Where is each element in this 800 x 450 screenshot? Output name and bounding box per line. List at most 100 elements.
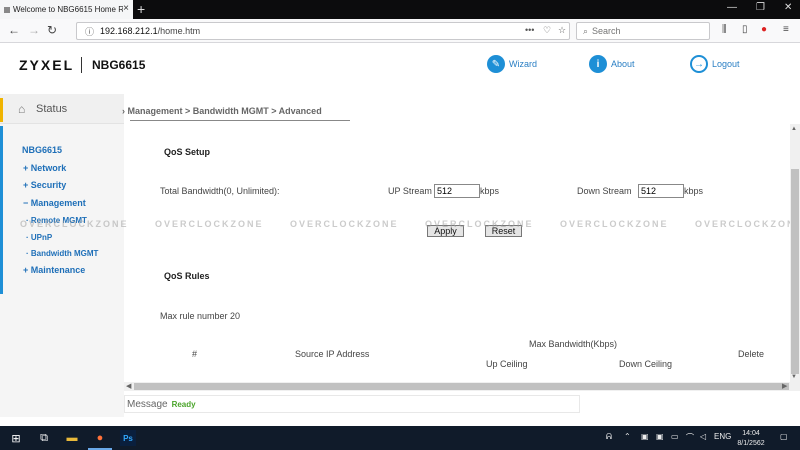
browser-tab[interactable]: Welcome to NBG6615 Home Ro × — [0, 0, 133, 19]
browser-nav-bar: ← → ↻ ⓘ 192.168.212.1/home.htm ••• ♡ ☆ ⌕… — [0, 19, 800, 43]
up-stream-input[interactable] — [434, 184, 480, 198]
logo-divider — [81, 57, 82, 73]
logout-link[interactable]: → Logout — [690, 55, 740, 73]
logout-icon: → — [690, 55, 708, 73]
firefox-icon[interactable]: ● — [92, 430, 108, 446]
wizard-link[interactable]: ✎ Wizard — [487, 55, 537, 73]
minimize-icon[interactable]: — — [727, 2, 737, 13]
sidebar-item-network[interactable]: + Network — [23, 163, 66, 173]
pocket-icon[interactable]: ♡ — [543, 25, 551, 36]
sidebar-item-remote-mgmt[interactable]: · Remote MGMT — [26, 216, 87, 225]
router-header: ZYXEL NBG6615 ✎ Wizard i About → Logout — [0, 43, 800, 94]
message-bar: Message Ready — [124, 395, 580, 413]
close-tab-icon[interactable]: × — [123, 3, 129, 14]
max-rule-text: Max rule number 20 — [160, 311, 241, 321]
scroll-down-icon[interactable]: ▼ — [791, 374, 797, 380]
vertical-scrollbar[interactable]: ▲ ▼ — [790, 124, 800, 382]
language-indicator[interactable]: ENG — [714, 432, 731, 441]
notifications-icon[interactable]: ▢ — [780, 432, 788, 441]
clock-time: 14:04 — [742, 430, 760, 437]
back-icon[interactable]: ← — [8, 23, 20, 37]
forward-icon[interactable]: → — [28, 23, 40, 37]
logout-label: Logout — [712, 59, 740, 69]
about-label: About — [611, 59, 635, 69]
vertical-scroll-thumb[interactable] — [791, 169, 799, 374]
status-menu[interactable]: ⌂ Status — [0, 94, 124, 124]
up-stream-unit: kbps — [480, 186, 500, 196]
down-stream-input[interactable] — [638, 184, 684, 198]
info-circle-icon: i — [589, 55, 607, 73]
qos-rules-title: QoS Rules — [164, 271, 210, 281]
tray-app-icon[interactable]: ▣ — [641, 432, 649, 441]
tray-chevron-icon[interactable]: ⌃ — [624, 432, 631, 441]
breadcrumb: › Management > Bandwidth MGMT > Advanced — [122, 106, 322, 116]
sidebar-device[interactable]: NBG6615 — [22, 145, 62, 155]
about-link[interactable]: i About — [589, 55, 635, 73]
horizontal-scroll-thumb[interactable] — [134, 383, 789, 390]
config-accent-bar — [0, 126, 3, 294]
qos-setup-title: QoS Setup — [164, 147, 211, 157]
search-box[interactable]: ⌕ — [576, 22, 710, 40]
extension-icon[interactable]: ● — [761, 24, 767, 35]
sidebar-toggle-icon[interactable]: ▯ — [742, 24, 748, 35]
page-actions-icon[interactable]: ••• — [525, 25, 534, 35]
up-stream-label: UP Stream — [388, 186, 432, 196]
wizard-label: Wizard — [509, 59, 538, 69]
horizontal-scrollbar[interactable]: ◀ ▶ — [124, 382, 800, 391]
scroll-left-icon[interactable]: ◀ — [126, 382, 131, 390]
col-delete: Delete — [738, 349, 765, 359]
bookmark-star-icon[interactable]: ☆ — [558, 25, 566, 36]
sidebar-item-upnp[interactable]: · UPnP — [26, 233, 52, 242]
col-source-ip: Source IP Address — [295, 349, 370, 359]
scroll-up-icon[interactable]: ▲ — [791, 126, 797, 132]
col-number: # — [192, 349, 198, 359]
task-view-icon[interactable]: ⧉ — [36, 430, 52, 446]
message-status: Ready — [171, 399, 196, 409]
sidebar-item-bandwidth-mgmt[interactable]: · Bandwidth MGMT — [26, 249, 98, 258]
page-favicon-icon — [4, 6, 10, 13]
sidebar-item-maintenance[interactable]: + Maintenance — [23, 265, 85, 275]
tray-app-icon[interactable]: ▣ — [656, 432, 664, 441]
network-icon[interactable]: ⌒ — [686, 432, 694, 443]
reload-icon[interactable]: ↻ — [47, 23, 57, 37]
main-content: QoS Setup Total Bandwidth(0, Unlimited):… — [124, 124, 792, 382]
close-window-icon[interactable]: ✕ — [784, 2, 792, 13]
search-icon: ⌕ — [583, 25, 589, 36]
browser-tab-bar: Welcome to NBG6615 Home Ro × + — ❐ ✕ — [0, 0, 800, 19]
col-up-ceiling: Up Ceiling — [486, 359, 528, 369]
info-icon[interactable]: ⓘ — [85, 25, 94, 38]
system-clock[interactable]: 14:04 8/1/2562 — [731, 429, 771, 449]
reset-button[interactable]: Reset — [485, 225, 522, 237]
sidebar-item-security[interactable]: + Security — [23, 180, 66, 190]
sidebar-item-management[interactable]: − Management — [23, 198, 86, 208]
taskbar: ⊞ ⧉ ▬ ● Ps ᕱ ⌃ ▣ ▣ ▭ ⌒ ◁ ENG 14:04 8/1/2… — [0, 426, 800, 450]
url-bar[interactable]: ⓘ 192.168.212.1/home.htm ••• ♡ ☆ — [76, 22, 570, 40]
scroll-right-icon[interactable]: ▶ — [782, 382, 787, 390]
windows-start-icon[interactable]: ⊞ — [8, 430, 24, 446]
photoshop-icon[interactable]: Ps — [120, 430, 136, 446]
people-icon[interactable]: ᕱ — [606, 432, 612, 442]
library-icon[interactable]: ⫼ — [722, 24, 727, 35]
apply-button[interactable]: Apply — [427, 225, 464, 237]
total-bandwidth-label: Total Bandwidth(0, Unlimited): — [160, 186, 280, 196]
brand-logo: ZYXEL — [19, 57, 75, 73]
col-max-bandwidth: Max Bandwidth(Kbps) — [529, 339, 618, 349]
file-explorer-icon[interactable]: ▬ — [64, 430, 80, 446]
clock-date: 8/1/2562 — [737, 440, 765, 447]
down-stream-unit: kbps — [684, 186, 704, 196]
status-accent-bar — [0, 98, 3, 122]
sidebar: ⌂ Status NBG6615 + Network + Security − … — [0, 94, 124, 417]
search-input[interactable] — [592, 26, 703, 36]
message-label: Message — [127, 398, 168, 410]
new-tab-icon[interactable]: + — [137, 1, 145, 17]
breadcrumb-underline — [130, 120, 350, 121]
menu-icon[interactable]: ≡ — [783, 24, 789, 35]
tab-title: Welcome to NBG6615 Home Ro — [13, 5, 123, 14]
battery-icon[interactable]: ▭ — [671, 432, 679, 441]
maximize-icon[interactable]: ❐ — [756, 2, 765, 13]
status-label: Status — [36, 103, 68, 115]
volume-icon[interactable]: ◁ — [700, 432, 706, 441]
home-icon: ⌂ — [18, 102, 26, 116]
down-stream-label: Down Stream — [577, 186, 632, 196]
wizard-icon: ✎ — [487, 55, 505, 73]
